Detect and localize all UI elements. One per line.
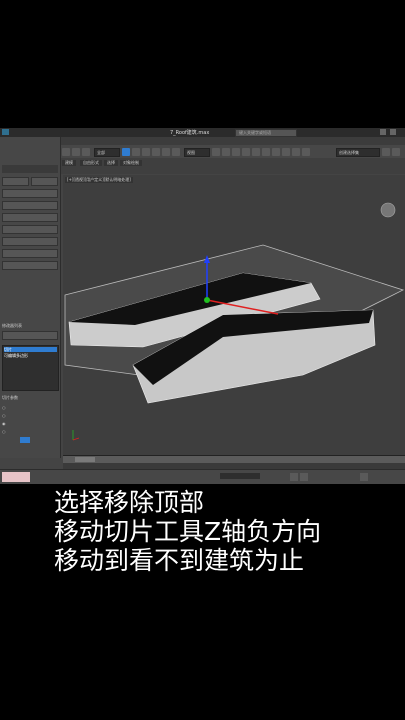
app-logo-icon[interactable] xyxy=(2,129,9,135)
panel-button[interactable] xyxy=(2,225,58,234)
key-mode-icon[interactable] xyxy=(290,473,298,481)
material-editor-icon[interactable] xyxy=(302,148,310,156)
play-icon[interactable] xyxy=(300,473,308,481)
schematic-icon[interactable] xyxy=(292,148,300,156)
panel-button[interactable] xyxy=(31,177,58,186)
modifier-list-dropdown[interactable] xyxy=(2,331,58,340)
maximize-button[interactable] xyxy=(390,129,396,135)
subtitle-caption: 选择移除顶部 移动切片工具Z轴负方向 移动到看不到建筑为止 xyxy=(54,488,405,575)
radio-option[interactable]: ◉ xyxy=(2,421,58,427)
minimize-button[interactable] xyxy=(380,129,386,135)
caption-line-1: 选择移除顶部 xyxy=(54,488,205,517)
viewcube-icon xyxy=(380,202,396,218)
zoom-icon[interactable] xyxy=(360,473,368,481)
select-object-icon[interactable] xyxy=(122,148,130,156)
undo-icon[interactable] xyxy=(62,148,70,156)
maxscript-listener[interactable] xyxy=(2,472,30,482)
window-crossing-icon[interactable] xyxy=(142,148,150,156)
time-slider-knob[interactable] xyxy=(75,457,95,462)
modifier-list-label: 修改器列表 xyxy=(2,323,22,328)
named-selection-combo[interactable]: 创建选择集 xyxy=(336,148,380,157)
tab-object-paint[interactable]: 对象绘制 xyxy=(120,160,142,166)
reference-coord-combo[interactable]: 视图 xyxy=(184,148,210,157)
snap-icon[interactable] xyxy=(222,148,230,156)
main-toolbar: 全部 视图 创建选择集 xyxy=(60,145,405,159)
coordinate-field[interactable] xyxy=(220,473,260,479)
selection-filter-combo[interactable]: 全部 xyxy=(94,148,120,157)
render-setup-icon[interactable] xyxy=(382,148,390,156)
perspective-viewport[interactable]: [+][透视][用户定义][默认明暗处理] xyxy=(63,175,405,455)
caption-line-2: 移动切片工具Z轴负方向 xyxy=(54,517,322,546)
angle-snap-icon[interactable] xyxy=(232,148,240,156)
tab-freeform[interactable]: 自由形式 xyxy=(80,160,102,166)
window-title: 7_Roof建筑.max xyxy=(170,130,210,136)
gizmo-center xyxy=(204,297,210,303)
curve-editor-icon[interactable] xyxy=(282,148,290,156)
align-icon[interactable] xyxy=(262,148,270,156)
radio-option[interactable]: ○ xyxy=(2,429,58,435)
viewport-scene xyxy=(64,202,405,441)
select-region-icon[interactable] xyxy=(132,148,140,156)
radio-option[interactable]: ○ xyxy=(2,413,58,419)
title-bar: 7_Roof建筑.max 键入关键字或短语 xyxy=(0,128,405,137)
modifier-slice[interactable]: 切片 xyxy=(4,347,57,352)
ribbon: 建模 自由形式 选择 对象绘制 xyxy=(60,158,405,174)
render-icon[interactable] xyxy=(392,148,400,156)
pivot-icon[interactable] xyxy=(212,148,220,156)
redo-icon[interactable] xyxy=(72,148,80,156)
move-icon[interactable] xyxy=(152,148,160,156)
panel-button[interactable] xyxy=(2,249,58,258)
modifier-editable-poly[interactable]: 可编辑多边形 xyxy=(4,353,57,358)
percent-snap-icon[interactable] xyxy=(242,148,250,156)
panel-button[interactable] xyxy=(2,189,58,198)
panel-button[interactable] xyxy=(2,237,58,246)
panel-button[interactable] xyxy=(2,177,29,186)
panel-button[interactable] xyxy=(2,201,58,210)
panel-tabs[interactable] xyxy=(2,165,58,173)
panel-button[interactable] xyxy=(2,213,58,222)
mirror-icon[interactable] xyxy=(252,148,260,156)
link-icon[interactable] xyxy=(82,148,90,156)
modifier-stack: 切片 可编辑多边形 xyxy=(2,345,59,391)
caption-line-3: 移动到看不到建筑为止 xyxy=(54,546,305,575)
search-input[interactable]: 键入关键字或短语 xyxy=(235,129,297,137)
layer-icon[interactable] xyxy=(272,148,280,156)
axis-tripod-x xyxy=(72,437,80,441)
tab-modeling[interactable]: 建模 xyxy=(62,160,76,166)
tab-selection[interactable]: 选择 xyxy=(104,160,118,166)
scale-icon[interactable] xyxy=(172,148,180,156)
section-label: 切片参数 xyxy=(2,395,18,400)
command-panel: 修改器列表 切片 可编辑多边形 切片参数 ○ ○ ◉ ○ xyxy=(0,137,61,458)
status-bar xyxy=(0,469,405,484)
option-toggle[interactable] xyxy=(20,437,30,443)
rotate-icon[interactable] xyxy=(162,148,170,156)
3dsmax-window: 7_Roof建筑.max 键入关键字或短语 全部 视图 创建选择集 建模 自由形… xyxy=(0,128,405,484)
radio-option[interactable]: ○ xyxy=(2,405,58,411)
panel-button[interactable] xyxy=(2,261,58,270)
